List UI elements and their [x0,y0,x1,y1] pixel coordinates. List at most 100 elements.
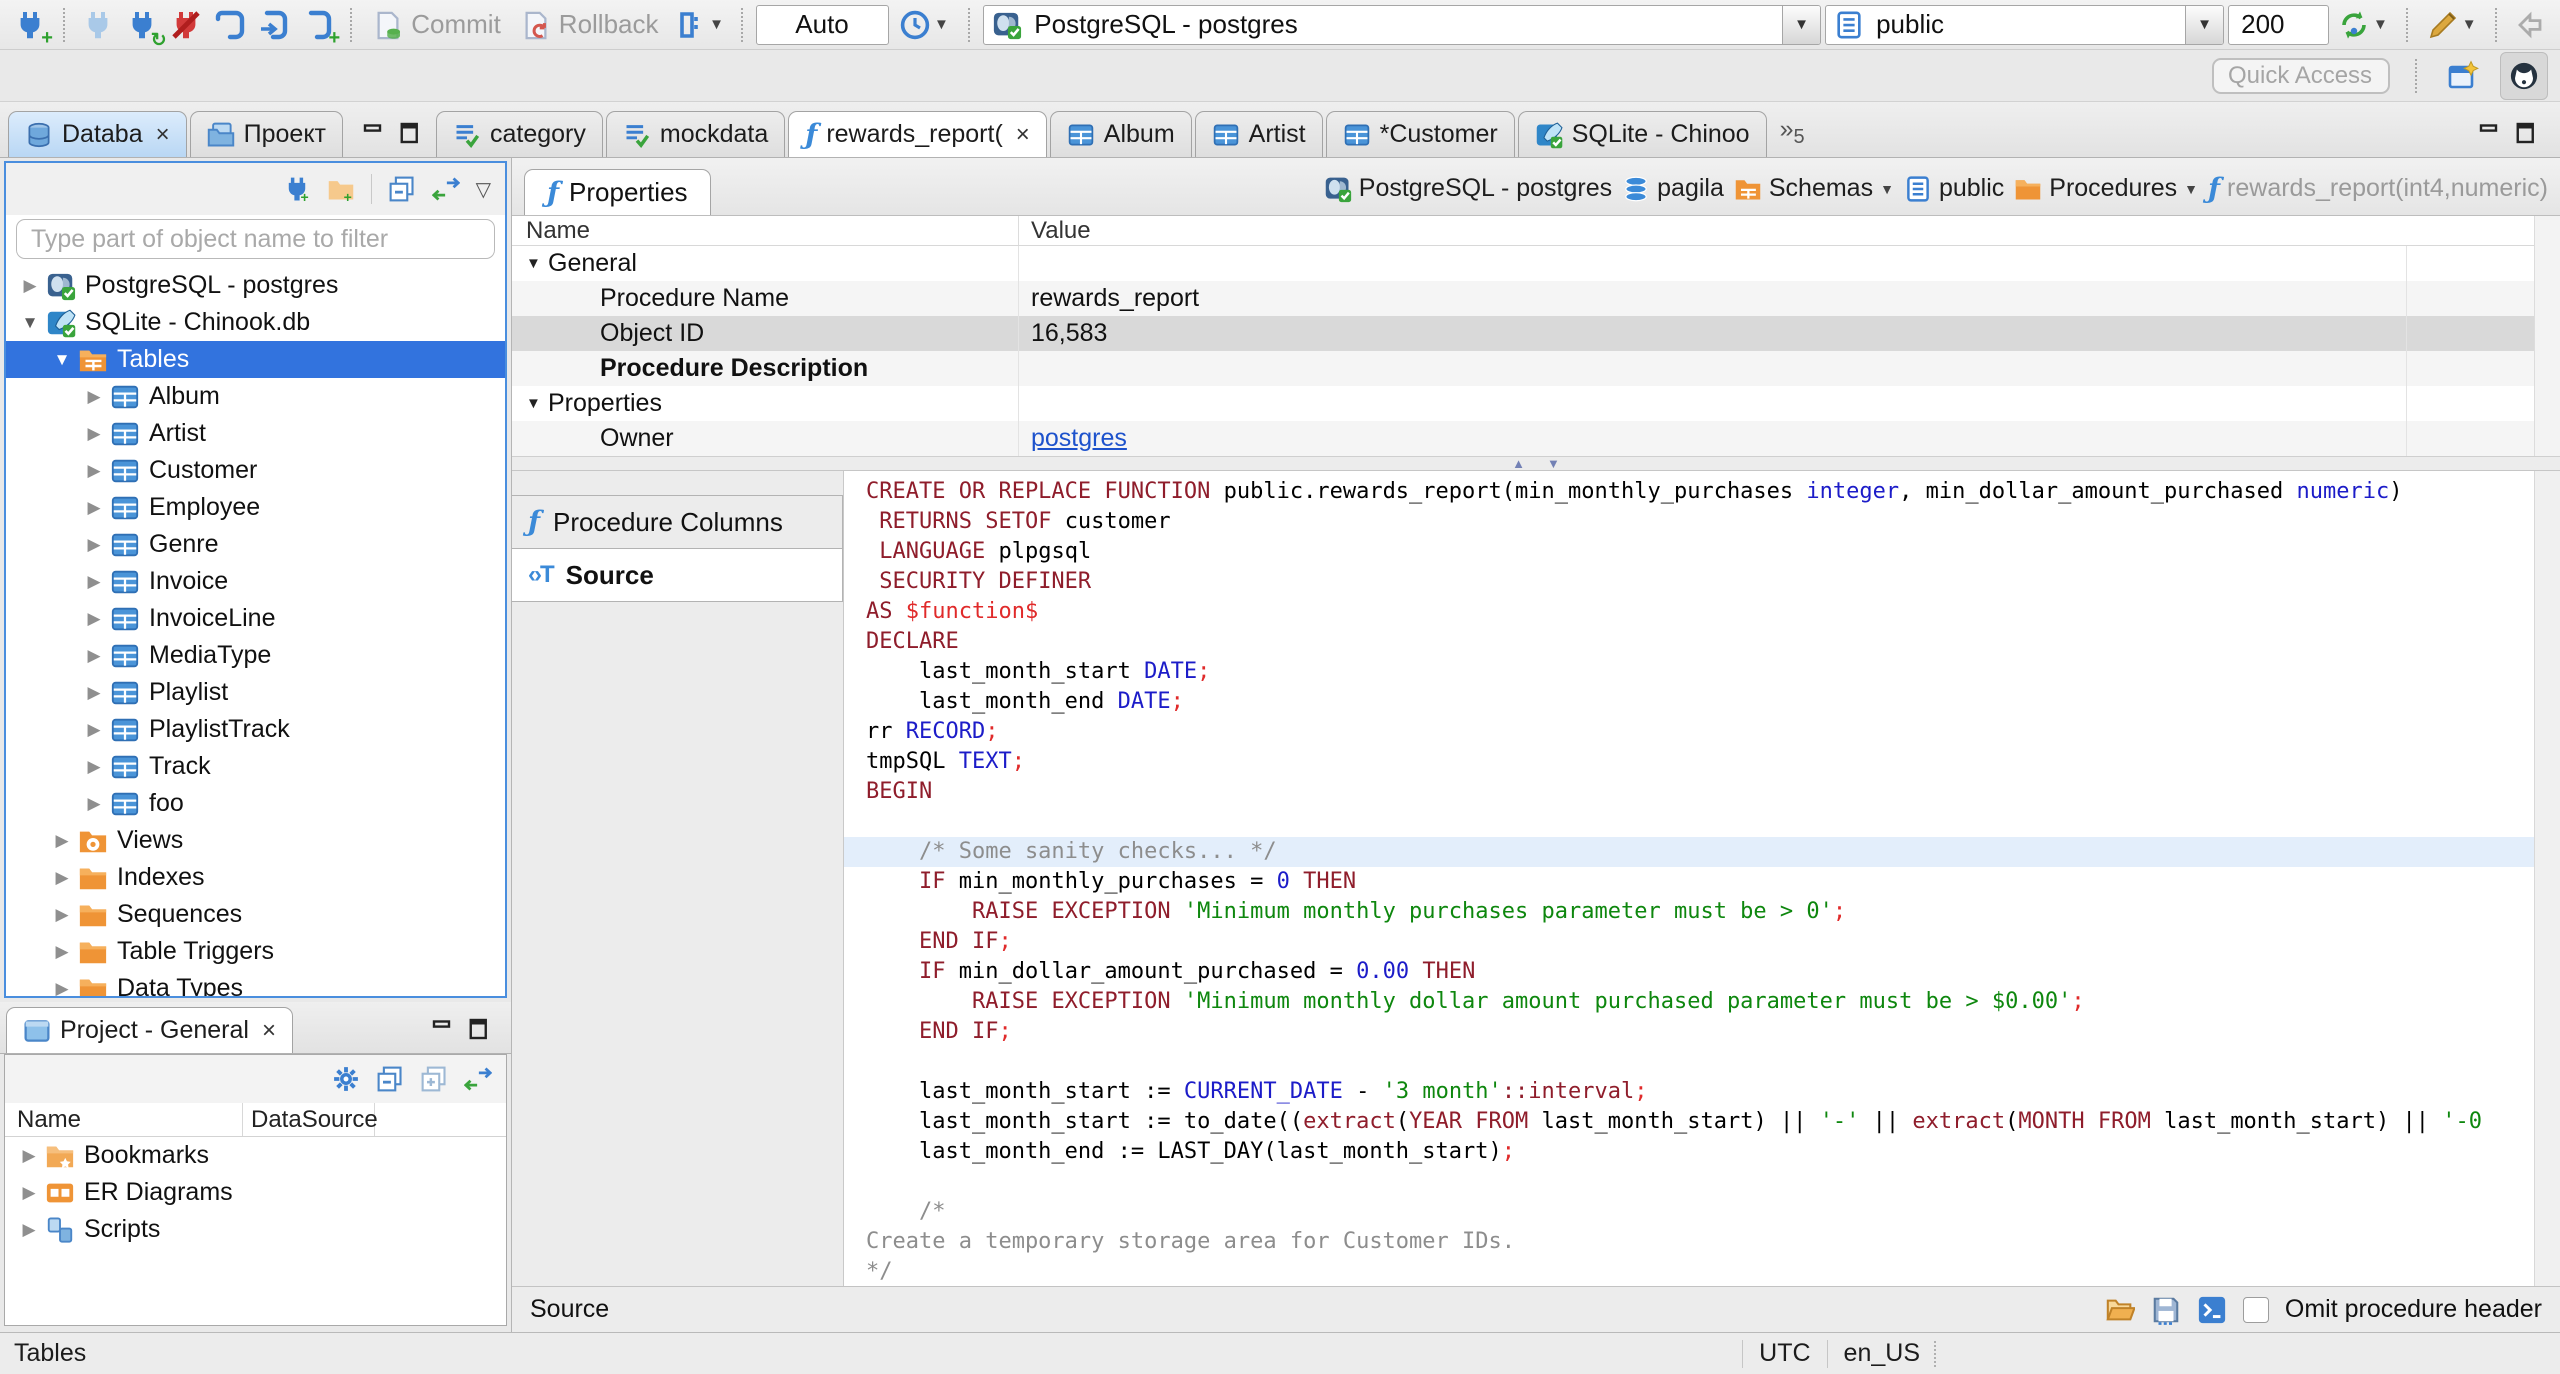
schema-dropdown-icon[interactable]: ▼ [2185,5,2224,44]
settings-gear-icon[interactable] [332,1065,360,1093]
tab-properties[interactable]: ƒ Properties [524,169,711,215]
connect-icon[interactable] [78,4,118,46]
tree-item-artist[interactable]: ▶ Artist [6,415,505,452]
editor-tab-artist[interactable]: Artist [1194,111,1323,157]
project-item-er-diagrams[interactable]: ▶ ER Diagrams [5,1174,506,1211]
collapsed-arrow-icon[interactable]: ▶ [80,424,108,444]
minimize-icon[interactable] [431,1017,455,1041]
collapsed-arrow-icon[interactable]: ▶ [15,1146,43,1166]
tree-item-postgresql-postgres[interactable]: ▶ PostgreSQL - postgres [6,267,505,304]
collapsed-arrow-icon[interactable]: ▶ [80,646,108,666]
tree-item-tables[interactable]: ▼ Tables [6,341,505,378]
link-with-editor-icon[interactable] [431,175,460,203]
fetch-size-input[interactable]: 200 [2228,4,2329,45]
chevron-down-icon[interactable]: ▼ [1880,181,1894,197]
tab-project-general[interactable]: Project - General × [6,1007,293,1053]
column-header-datasource[interactable]: DataSource [243,1103,378,1136]
tree-item-invoice[interactable]: ▶ Invoice [6,563,505,600]
splitter-sash[interactable]: ▲ ▼ [512,457,2560,471]
omit-header-checkbox[interactable] [2242,1296,2269,1323]
collapsed-arrow-icon[interactable]: ▶ [16,276,44,296]
connection-dropdown-icon[interactable]: ▼ [1782,5,1821,44]
collapsed-arrow-icon[interactable]: ▶ [15,1220,43,1240]
close-icon[interactable]: × [262,1017,276,1045]
reconnect-icon[interactable]: ↻ [122,4,167,51]
tree-item-sequences[interactable]: ▶ Sequences [6,896,505,933]
collapsed-arrow-icon[interactable]: ▶ [80,683,108,703]
link-with-editor-icon[interactable] [464,1065,492,1093]
sql-editor-open-icon[interactable] [253,4,293,46]
minimize-icon[interactable] [2478,121,2502,145]
collapsed-arrow-icon[interactable]: ▶ [80,757,108,777]
collapsed-arrow-icon[interactable]: ▶ [15,1183,43,1203]
sql-editor-icon[interactable] [210,4,250,46]
property-row-general[interactable]: ▼ General [512,246,2534,281]
tree-item-sqlite-chinook-db[interactable]: ▼ SQLite - Chinook.db [6,304,505,341]
property-row-object-id[interactable]: Object ID 16,583 [512,316,2534,351]
status-timezone[interactable]: UTC [1759,1339,1810,1368]
new-folder-icon[interactable]: + [327,175,355,203]
collapsed-arrow-icon[interactable]: ▶ [80,572,108,592]
property-row-procedure-description[interactable]: Procedure Description [512,351,2534,386]
transaction-log-icon[interactable]: ▼ [671,4,728,46]
property-row-owner[interactable]: Owner postgres [512,421,2534,456]
collapsed-arrow-icon[interactable]: ▶ [48,831,76,851]
close-icon[interactable]: × [156,121,170,149]
back-icon[interactable] [2510,4,2550,46]
navigator-filter-input[interactable]: Type part of object name to filter [16,219,495,259]
expand-all-icon[interactable] [420,1065,448,1093]
collapsed-arrow-icon[interactable]: ▶ [80,498,108,518]
tree-item-data-types[interactable]: ▶ Data Types [6,970,505,996]
tree-item-invoiceline[interactable]: ▶ InvoiceLine [6,600,505,637]
breadcrumb-public[interactable]: public [1904,174,2004,203]
breadcrumb-schemas[interactable]: Schemas ▼ [1734,174,1894,203]
editor-tab-mockdata[interactable]: mockdata [605,111,786,157]
tree-item-customer[interactable]: ▶ Customer [6,452,505,489]
maximize-icon[interactable] [2514,121,2538,145]
transaction-history-icon[interactable]: ▼ [893,4,956,46]
column-header-name[interactable]: Name [512,217,1018,245]
code-scrollbar[interactable] [2534,471,2560,1286]
rollback-button[interactable]: Rollback [521,9,659,40]
tree-item-mediatype[interactable]: ▶ MediaType [6,637,505,674]
breadcrumb-rewards-report-int4-numeric[interactable]: ƒ rewards_report(int4,numeric) [2208,174,2548,203]
open-file-icon[interactable] [2105,1295,2135,1325]
dbeaver-perspective-button[interactable] [2500,51,2548,100]
connection-combo[interactable]: PostgreSQL - postgres ▼ [983,4,1822,45]
status-locale[interactable]: en_US [1844,1339,1920,1368]
expanded-arrow-icon[interactable]: ▼ [16,313,44,333]
project-item-scripts[interactable]: ▶ Scripts [5,1211,506,1248]
tree-item-views[interactable]: ▶ Views [6,822,505,859]
refresh-icon[interactable]: ▼ [2333,4,2394,46]
tree-item-track[interactable]: ▶ Track [6,748,505,785]
disconnect-icon[interactable] [166,4,206,46]
subtab-procedure-columns[interactable]: ƒ Procedure Columns [512,495,843,549]
collapsed-arrow-icon[interactable]: ▶ [80,720,108,740]
collapsed-arrow-icon[interactable]: ▶ [80,461,108,481]
tree-item-employee[interactable]: ▶ Employee [6,489,505,526]
expanded-arrow-icon[interactable]: ▼ [526,395,548,412]
collapsed-arrow-icon[interactable]: ▶ [80,794,108,814]
tree-item-playlist[interactable]: ▶ Playlist [6,674,505,711]
tree-item-album[interactable]: ▶ Album [6,378,505,415]
properties-scrollbar[interactable] [2534,216,2560,456]
compare-pen-icon[interactable]: ▼ [2421,4,2482,46]
open-perspective-icon[interactable] [2442,55,2484,97]
collapse-all-icon[interactable] [376,1065,404,1093]
breadcrumb-procedures[interactable]: Procedures ▼ [2014,174,2198,203]
editor-tab-customer[interactable]: *Customer [1325,111,1515,157]
editor-tab-sqlite-chinoo[interactable]: SQLite - Chinoo [1517,111,1767,157]
maximize-icon[interactable] [467,1017,491,1041]
collapsed-arrow-icon[interactable]: ▶ [48,868,76,888]
breadcrumb-pagila[interactable]: pagila [1622,174,1724,203]
tab-databa[interactable]: Databa × [8,111,187,157]
expanded-arrow-icon[interactable]: ▼ [526,255,548,272]
collapsed-arrow-icon[interactable]: ▶ [80,387,108,407]
commit-mode-combo[interactable]: Auto [755,4,889,45]
source-code-editor[interactable]: CREATE OR REPLACE FUNCTION public.reward… [844,471,2534,1286]
view-menu-icon[interactable]: ▽ [476,177,491,202]
collapse-all-icon[interactable] [388,175,416,203]
new-connection-icon[interactable]: + [283,175,311,203]
sql-editor-new-icon[interactable]: + [297,4,340,49]
property-row-procedure-name[interactable]: Procedure Name rewards_report [512,281,2534,316]
